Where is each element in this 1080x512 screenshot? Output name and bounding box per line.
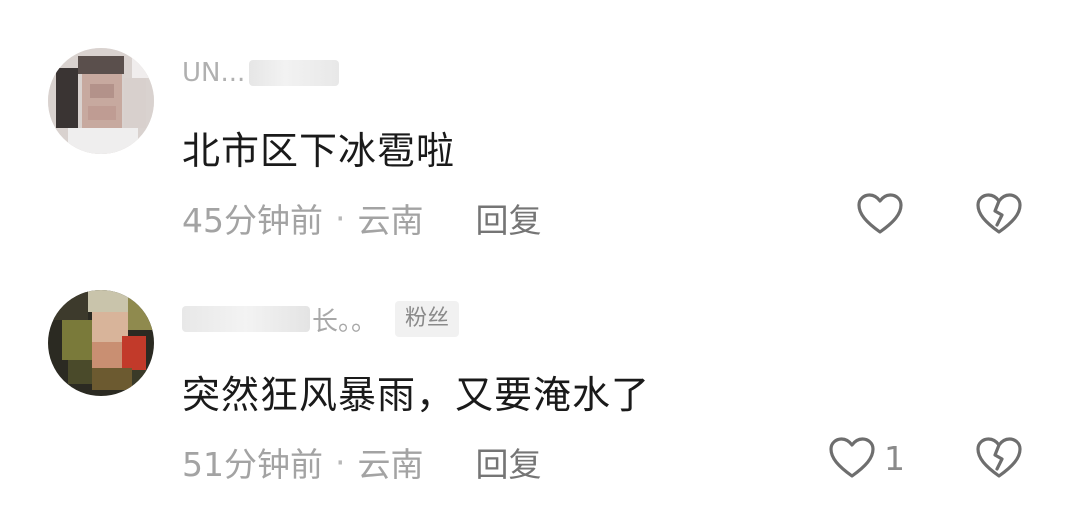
reply-button[interactable]: 回复 [476,194,542,242]
avatar[interactable] [48,48,154,154]
comment-location: 云南 [357,445,424,484]
comment-item: UN... 北市区下冰雹啦 45分钟前 · 云南 回复 [0,0,1080,260]
username-blur [249,60,340,86]
meta-separator: · [335,198,346,238]
username-blur [182,306,310,332]
comment-item: 长。。 粉丝 突然狂风暴雨，又要淹水了 51分钟前 · 云南 回复 1 [0,260,1080,512]
avatar[interactable] [48,290,154,396]
reply-button[interactable]: 回复 [476,438,542,486]
comment-time: 51分钟前 [182,445,323,484]
meta-separator: · [335,442,346,482]
fan-badge: 粉丝 [395,301,460,337]
like-count: 1 [884,438,905,478]
like-button[interactable]: 1 [828,436,905,480]
heart-outline-icon [829,437,875,478]
dislike-button[interactable] [975,436,1023,480]
username[interactable]: 长。。 粉丝 [182,301,460,337]
comment-list: UN... 北市区下冰雹啦 45分钟前 · 云南 回复 长。。 粉丝 突然狂风暴… [0,0,1080,512]
comment-time: 45分钟前 [182,201,323,240]
username-text: UN... [182,58,246,88]
comment-meta: 51分钟前 · 云南 回复 [182,438,542,486]
comment-text: 突然狂风暴雨，又要淹水了 [182,373,651,417]
dislike-button[interactable] [975,192,1023,236]
like-button[interactable] [856,192,912,236]
broken-heart-icon [976,193,1022,234]
comment-meta: 45分钟前 · 云南 回复 [182,194,542,242]
heart-outline-icon [857,193,903,234]
username[interactable]: UN... [182,56,340,90]
comment-text: 北市区下冰雹啦 [182,129,456,173]
comment-location: 云南 [357,201,424,240]
broken-heart-icon [976,437,1022,478]
username-text: 长。。 [312,306,378,337]
